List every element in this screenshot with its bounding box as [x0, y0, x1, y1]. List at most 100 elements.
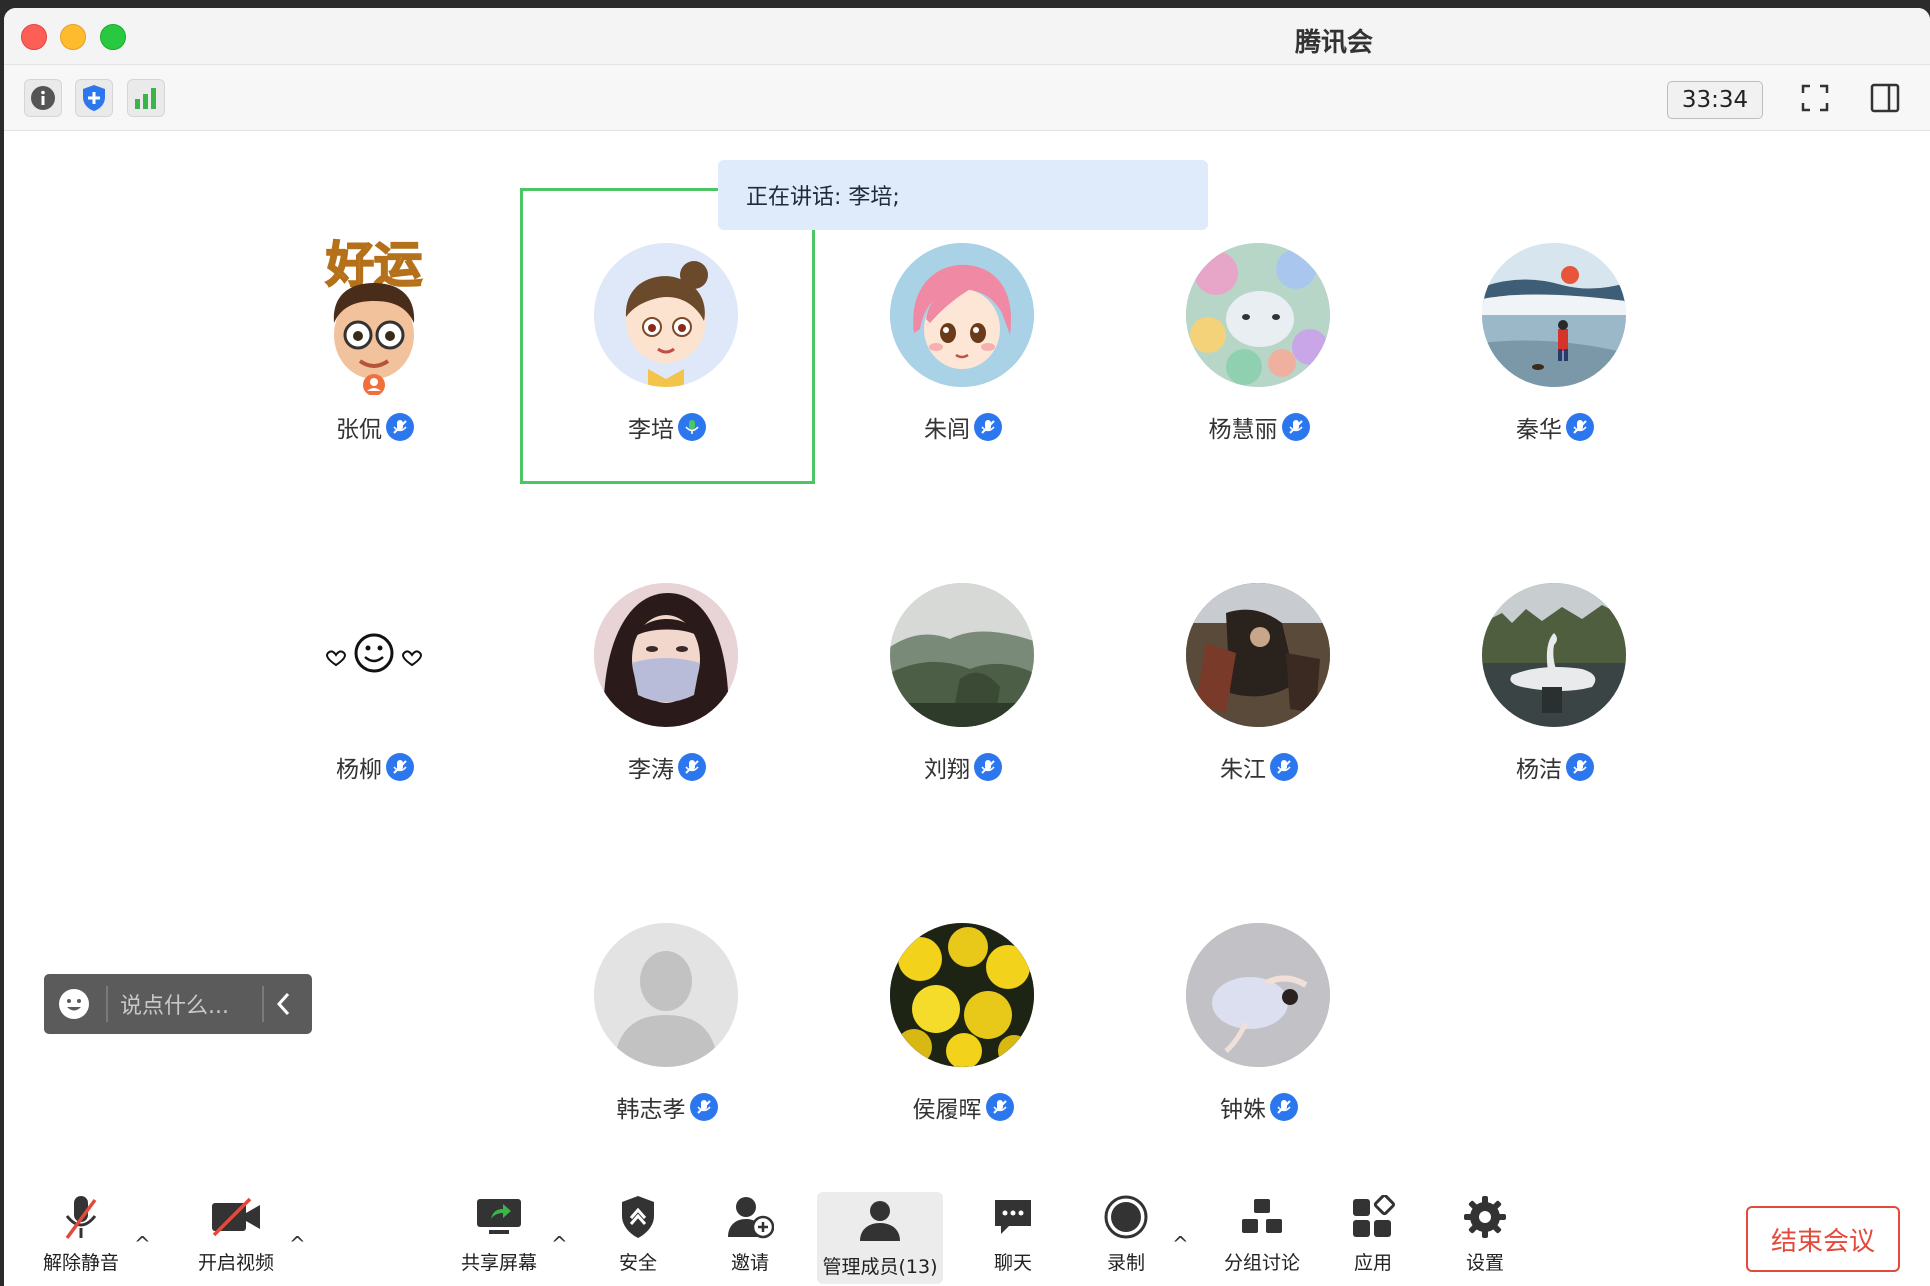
cartoon-girl-avatar-icon: [594, 243, 738, 387]
participant-name-row: 朱江: [1111, 750, 1407, 784]
active-mic-icon: [678, 413, 706, 441]
chevron-up-icon[interactable]: ^: [551, 1232, 568, 1256]
manage-members-button[interactable]: 管理成员(13): [817, 1192, 943, 1284]
chevron-left-icon[interactable]: [274, 990, 294, 1022]
avatar: [1186, 243, 1330, 387]
top-toolbar: 33:34: [4, 65, 1930, 131]
start-video-label: 开启视频: [197, 1252, 274, 1274]
settings-button[interactable]: 设置: [1430, 1188, 1540, 1280]
security-status-button[interactable]: [75, 79, 113, 117]
participant-name: 杨洁: [1516, 757, 1562, 783]
participant-name: 刘翔: [924, 757, 970, 783]
chevron-up-icon[interactable]: ^: [289, 1232, 306, 1256]
participant-tile[interactable]: 好运 张侃: [227, 188, 523, 488]
participant-name: 秦华: [1516, 417, 1562, 443]
participant-name-row: 杨慧丽: [1111, 410, 1407, 444]
participant-tile[interactable]: 刘翔: [815, 528, 1111, 828]
avatar: [1186, 923, 1330, 1067]
bottom-toolbar: 解除静音 ^ 开启视频 ^ 共享屏幕 ^ 安全 邀请 管理成员(13) 聊天 录…: [4, 1188, 1930, 1286]
avatar: [890, 583, 1034, 727]
title-bar: 腾讯会议: [4, 8, 1930, 95]
participant-name-row: 李培: [519, 410, 815, 444]
ballerina-photo-icon: [1186, 923, 1330, 1067]
chevron-up-icon[interactable]: ^: [134, 1232, 151, 1256]
unmute-button[interactable]: 解除静音: [26, 1188, 136, 1280]
participant-tile[interactable]: 朱闾: [815, 188, 1111, 488]
muted-mic-icon: [1281, 413, 1310, 441]
avatar: [1482, 243, 1626, 387]
muted-mic-icon: [974, 753, 1002, 781]
avatar: [1186, 583, 1330, 727]
avatar: [890, 923, 1034, 1067]
network-status-button[interactable]: [127, 79, 165, 117]
chat-input[interactable]: 说点什么...: [120, 988, 229, 1020]
chat-label: 聊天: [993, 1252, 1032, 1274]
avatar: [1482, 583, 1626, 727]
emoji-icon[interactable]: [58, 988, 90, 1024]
participant-tile[interactable]: 杨慧丽: [1111, 188, 1407, 488]
participant-tile[interactable]: 杨洁: [1407, 528, 1703, 828]
info-icon: [31, 86, 55, 110]
participant-name: 杨柳: [336, 757, 382, 783]
participant-name-row: 侯履晖: [815, 1090, 1111, 1124]
swan-lake-photo-icon: [1482, 583, 1626, 727]
close-window-button[interactable]: [21, 24, 47, 50]
security-button[interactable]: 安全: [583, 1188, 693, 1280]
participant-name-row: 刘翔: [815, 750, 1111, 784]
invite-button[interactable]: 邀请: [695, 1188, 805, 1280]
participant-tile[interactable]: 钟姝: [1111, 868, 1407, 1168]
chat-bubble-icon: [995, 1200, 1031, 1234]
participant-tile[interactable]: 李涛: [519, 528, 815, 828]
apps-button[interactable]: 应用: [1318, 1188, 1428, 1280]
fullscreen-button[interactable]: [1796, 79, 1834, 117]
participant-tile[interactable]: 侯履晖: [815, 868, 1111, 1168]
participant-name: 侯履晖: [912, 1097, 982, 1123]
muted-mic-icon: [1270, 1093, 1298, 1121]
mountain-photo-icon: [890, 583, 1034, 727]
participant-tile[interactable]: 李培: [519, 188, 815, 488]
chevron-up-icon[interactable]: ^: [1172, 1232, 1189, 1256]
participant-tile[interactable]: 韩志孝: [519, 868, 815, 1168]
breakout-rooms-button[interactable]: 分组讨论: [1207, 1188, 1317, 1280]
participant-tile[interactable]: 朱江: [1111, 528, 1407, 828]
maximize-window-button[interactable]: [100, 24, 126, 50]
share-screen-icon: [477, 1199, 521, 1234]
shield-icon: [83, 85, 105, 111]
start-video-button[interactable]: 开启视频: [181, 1188, 291, 1280]
breakout-rooms-icon: [1242, 1199, 1282, 1233]
invite-label: 邀请: [730, 1252, 769, 1274]
chat-divider: [262, 986, 264, 1022]
speaking-indicator: 正在讲话: 李培;: [718, 160, 1208, 230]
participant-name: 朱江: [1220, 757, 1266, 783]
memoji-avatar-icon: 好运: [324, 236, 423, 395]
participant-name: 李培: [628, 417, 674, 443]
quick-chat-box[interactable]: 说点什么...: [44, 974, 312, 1034]
muted-mic-icon: [1566, 753, 1594, 781]
chat-button[interactable]: 聊天: [958, 1188, 1068, 1280]
record-icon: [1104, 1195, 1148, 1239]
participant-tile[interactable]: 秦华: [1407, 188, 1703, 488]
record-button[interactable]: 录制: [1071, 1188, 1181, 1280]
avatar: [302, 583, 446, 727]
muted-mic-icon: [386, 753, 414, 781]
end-meeting-button[interactable]: 结束会议: [1746, 1206, 1900, 1272]
participant-name: 韩志孝: [616, 1097, 686, 1123]
share-screen-button[interactable]: 共享屏幕: [444, 1188, 554, 1280]
shield-icon: [622, 1196, 654, 1238]
avatar: [890, 243, 1034, 387]
meeting-info-button[interactable]: [24, 79, 62, 117]
signal-bars-icon: [135, 88, 156, 109]
participant-name-row: 张侃: [227, 410, 523, 444]
toggle-sidebar-button[interactable]: [1866, 79, 1904, 117]
fullscreen-icon: [1801, 84, 1829, 112]
muted-mic-icon: [386, 413, 414, 441]
settings-label: 设置: [1465, 1252, 1504, 1274]
muted-mic-icon: [974, 413, 1002, 441]
default-user-icon: [594, 923, 738, 1067]
muted-microphone-icon: [65, 1196, 97, 1240]
participant-tile[interactable]: 杨柳: [227, 528, 523, 828]
meeting-window: 腾讯会议 33:34: [4, 8, 1930, 1286]
participant-name-row: 韩志孝: [519, 1090, 815, 1124]
breakout-rooms-label: 分组讨论: [1223, 1252, 1300, 1274]
minimize-window-button[interactable]: [60, 24, 86, 50]
